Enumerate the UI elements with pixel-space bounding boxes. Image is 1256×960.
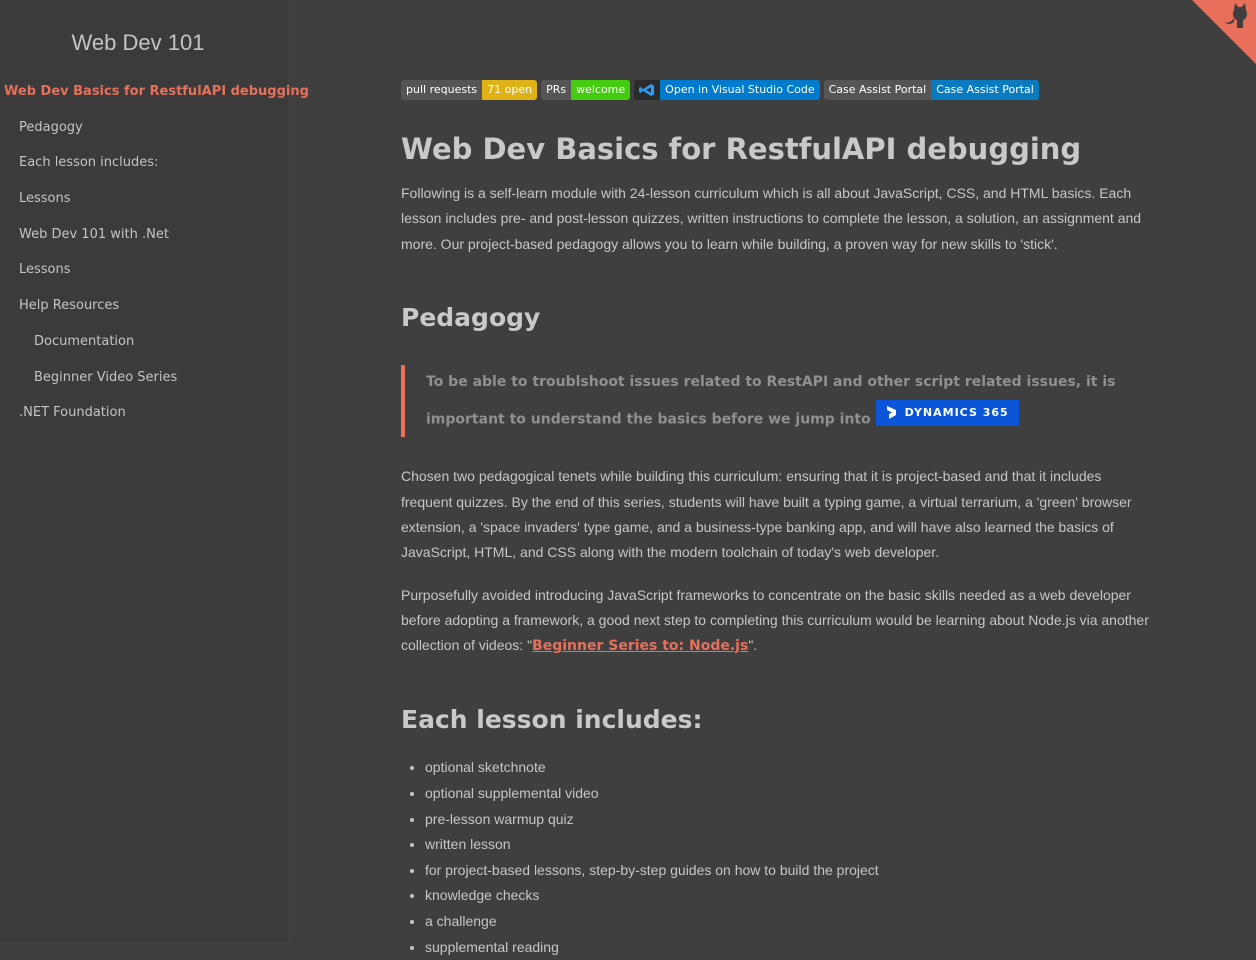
badge-value: 71 open bbox=[482, 80, 538, 100]
case-assist-portal-badge[interactable]: Case Assist Portal Case Assist Portal bbox=[823, 80, 1039, 100]
each-lesson-heading: Each lesson includes: bbox=[401, 705, 703, 735]
prs-welcome-badge[interactable]: PRs welcome bbox=[541, 80, 631, 100]
badge-value: Case Assist Portal bbox=[931, 80, 1039, 100]
vscode-icon bbox=[634, 80, 661, 100]
app-name[interactable]: Web Dev 101 bbox=[0, 30, 276, 56]
page-title: Web Dev Basics for RestfulAPI debugging bbox=[401, 132, 1082, 166]
badge-label: PRs bbox=[541, 80, 572, 100]
badge-value: Open in Visual Studio Code bbox=[660, 80, 820, 100]
dynamics-badge-label: DYNAMICS 365 bbox=[904, 405, 1009, 419]
pull-requests-badge[interactable]: pull requests 71 open bbox=[401, 80, 538, 100]
frameworks-text-end: ". bbox=[748, 637, 758, 654]
list-item: optional sketchnote bbox=[425, 755, 1149, 781]
frameworks-paragraph: Purposefully avoided introducing JavaScr… bbox=[401, 583, 1149, 660]
dynamics-365-icon bbox=[886, 406, 896, 420]
badge-value: welcome bbox=[571, 80, 631, 100]
list-item: a challenge bbox=[425, 909, 1149, 935]
pedagogy-quote: To be able to troublshoot issues related… bbox=[401, 364, 1149, 438]
badge-label: Case Assist Portal bbox=[823, 80, 932, 100]
pedagogy-heading: Pedagogy bbox=[401, 302, 541, 332]
sidebar-item-web-dev-basics[interactable]: Web Dev Basics for RestfulAPI debugging bbox=[0, 80, 309, 116]
sidebar-item-net-foundation[interactable]: .NET Foundation bbox=[0, 401, 288, 437]
sidebar-item-lessons-net[interactable]: Lessons bbox=[0, 258, 288, 294]
badge-row: pull requests 71 open PRs welcome Open i… bbox=[401, 80, 1149, 100]
list-item: knowledge checks bbox=[425, 883, 1149, 909]
lesson-includes-list: optional sketchnote optional supplementa… bbox=[401, 755, 1149, 960]
list-item: written lesson bbox=[425, 832, 1149, 858]
badge-label: pull requests bbox=[401, 80, 483, 100]
sidebar-item-pedagogy[interactable]: Pedagogy bbox=[0, 116, 288, 152]
sidebar-item-help-resources[interactable]: Help Resources bbox=[0, 294, 288, 330]
main-content: pull requests 71 open PRs welcome Open i… bbox=[401, 80, 1149, 960]
sidebar-item-documentation[interactable]: Documentation bbox=[0, 330, 288, 366]
list-item: for project-based lessons, step-by-step … bbox=[425, 858, 1149, 884]
intro-paragraph: Following is a self-learn module with 24… bbox=[401, 185, 1142, 252]
github-corner-icon[interactable] bbox=[1192, 0, 1256, 64]
sidebar-item-each-lesson-includes[interactable]: Each lesson includes: bbox=[0, 151, 288, 187]
list-item: supplemental reading bbox=[425, 935, 1149, 960]
list-item: pre-lesson warmup quiz bbox=[425, 807, 1149, 833]
dynamics-365-badge[interactable]: DYNAMICS 365 bbox=[875, 399, 1019, 426]
open-in-vscode-badge[interactable]: Open in Visual Studio Code bbox=[634, 80, 820, 100]
sidebar-nav: Web Dev Basics for RestfulAPI debugging … bbox=[0, 80, 309, 437]
sidebar-item-lessons[interactable]: Lessons bbox=[0, 187, 288, 223]
sidebar-item-web-dev-101-net[interactable]: Web Dev 101 with .Net bbox=[0, 223, 288, 259]
tenets-paragraph: Chosen two pedagogical tenets while buil… bbox=[401, 468, 1132, 561]
sidebar: Web Dev 101 Web Dev Basics for RestfulAP… bbox=[0, 0, 309, 941]
sidebar-item-beginner-video-series[interactable]: Beginner Video Series bbox=[0, 366, 288, 402]
beginner-series-nodejs-link[interactable]: Beginner Series to: Node.js bbox=[532, 638, 748, 654]
list-item: optional supplemental video bbox=[425, 781, 1149, 807]
frameworks-text: Purposefully avoided introducing JavaScr… bbox=[401, 586, 1149, 654]
